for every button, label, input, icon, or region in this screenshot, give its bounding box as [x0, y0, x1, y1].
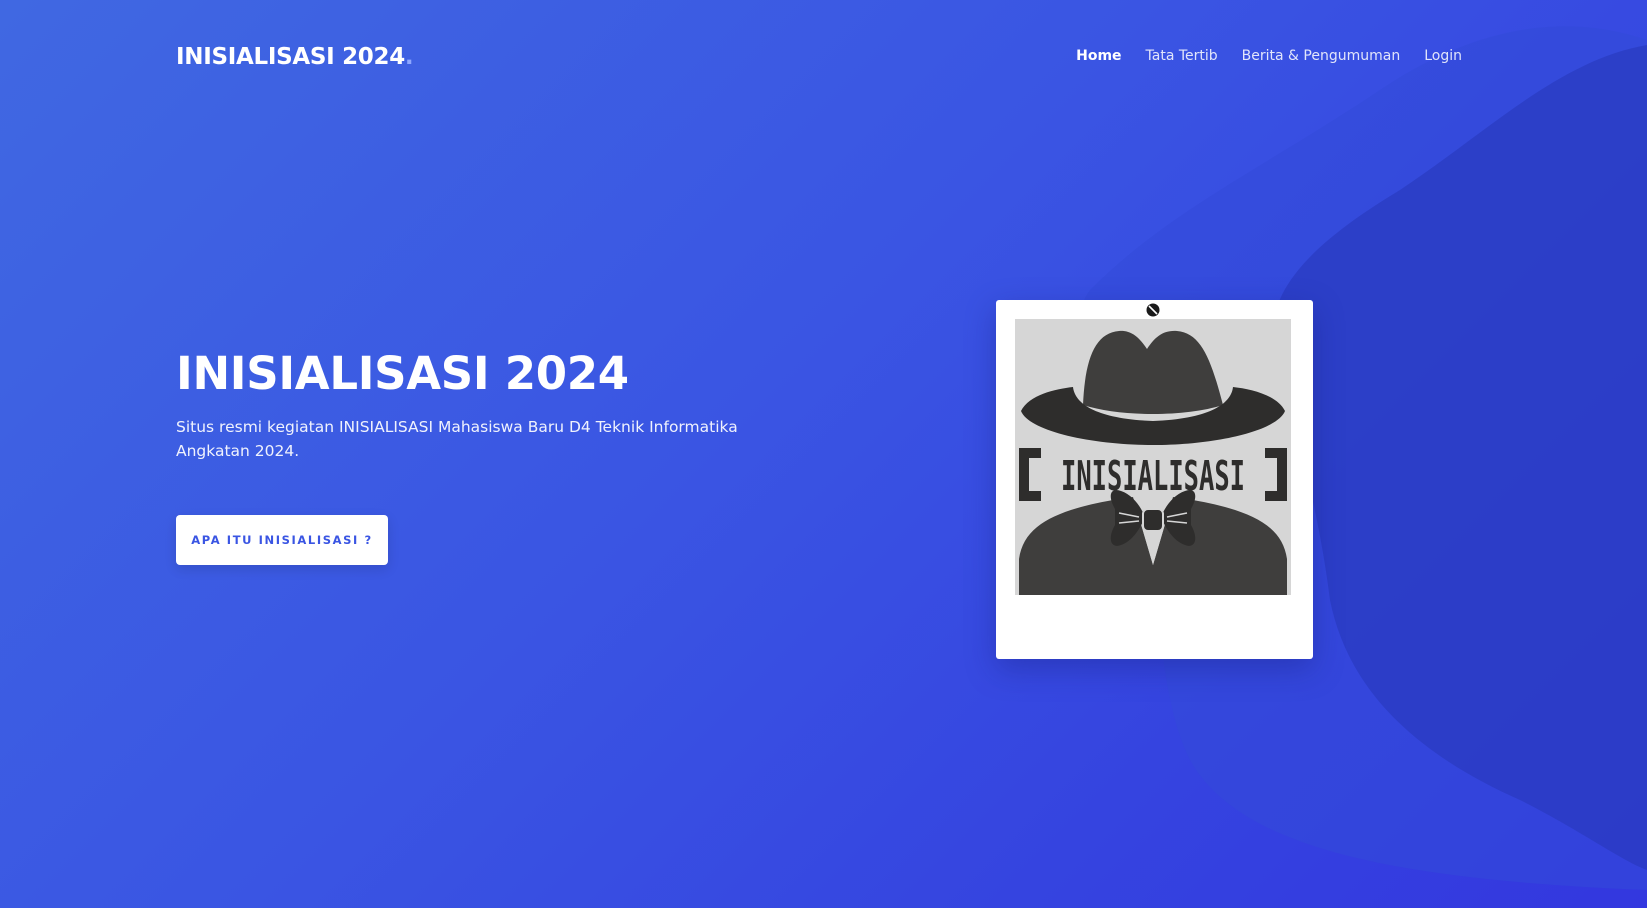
nav-link-home[interactable]: Home	[1076, 48, 1121, 64]
apa-itu-inisialisasi-button[interactable]: APA ITU INISIALISASI ?	[176, 515, 388, 565]
brand-text: INISIALISASI 2024	[176, 44, 405, 70]
left-bracket	[1019, 448, 1041, 501]
polaroid-card: INISIALISASI	[996, 300, 1313, 659]
right-bracket	[1265, 448, 1287, 501]
inisialisasi-logo-image: INISIALISASI	[1015, 319, 1291, 595]
hero-section: INISIALISASI 2024 Situs resmi kegiatan I…	[176, 345, 776, 565]
hero-subtitle: Situs resmi kegiatan INISIALISASI Mahasi…	[176, 418, 738, 460]
hat-crown	[1083, 330, 1223, 414]
nav-link-login[interactable]: Login	[1424, 48, 1462, 64]
pin-icon	[1146, 303, 1160, 317]
logo-text: INISIALISASI	[1061, 452, 1245, 500]
brand-dot: .	[404, 44, 414, 70]
brand-logo[interactable]: INISIALISASI 2024.	[176, 44, 414, 70]
bow-tie-knot	[1142, 508, 1164, 532]
navbar: INISIALISASI 2024. Home Tata Tertib Beri…	[176, 40, 1462, 76]
hero-title: INISIALISASI 2024	[176, 347, 629, 400]
nav-link-tata-tertib[interactable]: Tata Tertib	[1146, 48, 1218, 64]
nav-links: Home Tata Tertib Berita & Pengumuman Log…	[1076, 48, 1462, 64]
nav-link-berita-pengumuman[interactable]: Berita & Pengumuman	[1242, 48, 1401, 64]
